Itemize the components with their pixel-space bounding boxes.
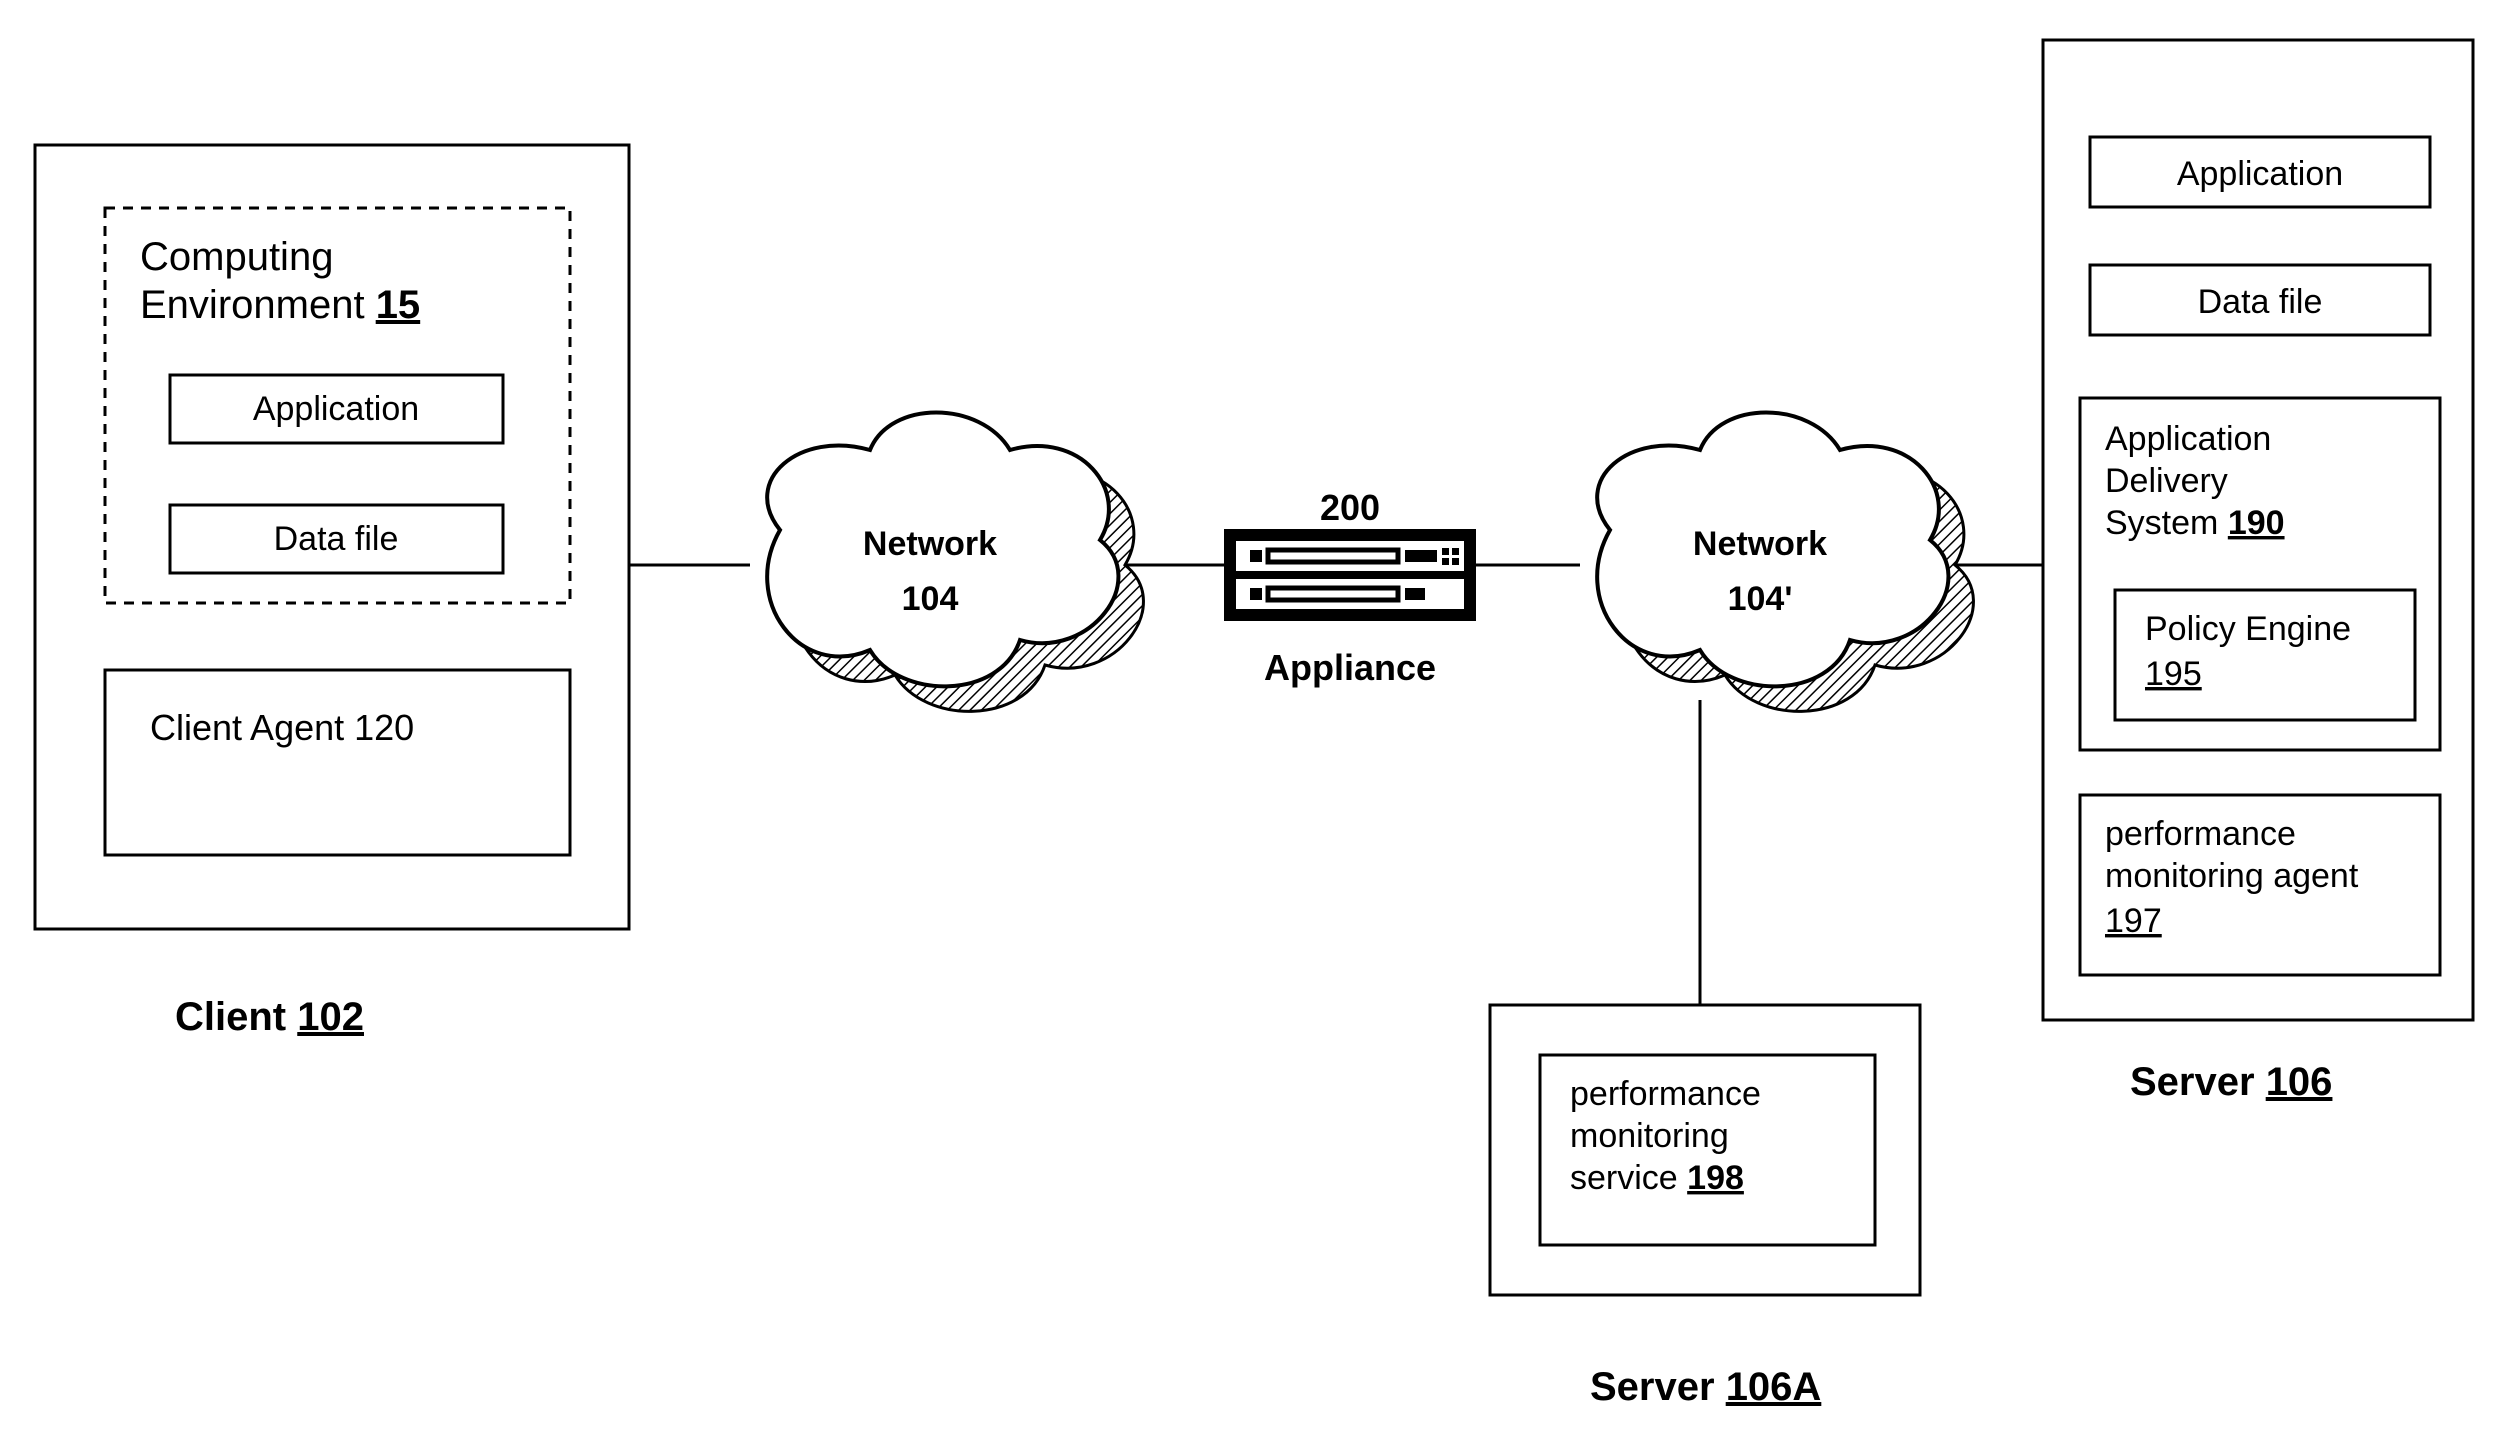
client-data-file-label: Data file bbox=[274, 520, 399, 558]
server-main-box: Application Data file Application Delive… bbox=[2043, 40, 2473, 1104]
client-agent-box bbox=[105, 670, 570, 855]
network-cloud-1: Network 104 bbox=[767, 413, 1143, 712]
appliance-label: Appliance bbox=[1264, 647, 1436, 688]
ads-line3-prefix: System bbox=[2105, 504, 2218, 542]
pms-line3-ref: 198 bbox=[1687, 1159, 1744, 1197]
client-agent-label: Client Agent 120 bbox=[150, 707, 414, 748]
svg-text:Server 106A: Server 106A bbox=[1590, 1365, 1821, 1409]
computing-env-line2: Environment bbox=[140, 283, 365, 327]
server-main-label: Server bbox=[2130, 1060, 2255, 1104]
pms-line3-prefix: service bbox=[1570, 1159, 1678, 1197]
svg-text:Environment 15: Environment 15 bbox=[140, 283, 420, 327]
client-ref: 102 bbox=[297, 995, 364, 1039]
network-2-label-line1: Network bbox=[1693, 525, 1827, 563]
svg-text:Server 106: Server 106 bbox=[2130, 1060, 2332, 1104]
perf-monitor-ref: 197 bbox=[2105, 902, 2162, 940]
client-application-label: Application bbox=[253, 390, 419, 428]
client-box: Computing Environment 15 Application Dat… bbox=[35, 145, 629, 1039]
appliance-ref: 200 bbox=[1320, 487, 1380, 528]
client-label: Client bbox=[175, 995, 286, 1039]
network-cloud-2: Network 104' bbox=[1597, 413, 1973, 712]
appliance-node: 200 Appliance bbox=[1230, 487, 1470, 688]
server-main-ref: 106 bbox=[2266, 1060, 2333, 1104]
svg-text:Client 102: Client 102 bbox=[175, 995, 364, 1039]
perf-monitor-line1: performance bbox=[2105, 815, 2296, 853]
policy-engine-ref: 195 bbox=[2145, 655, 2202, 693]
ads-line3-ref: 190 bbox=[2228, 504, 2285, 542]
pms-line1: performance bbox=[1570, 1075, 1761, 1113]
svg-text:service 198: service 198 bbox=[1570, 1159, 1744, 1197]
server-application-label: Application bbox=[2177, 155, 2343, 193]
computing-env-ref: 15 bbox=[376, 283, 421, 327]
server-data-file-label: Data file bbox=[2198, 283, 2323, 321]
ads-line1: Application bbox=[2105, 420, 2271, 458]
diagram-root: Network 104 Network 104' 200 Appliance C… bbox=[0, 0, 2520, 1447]
ads-line2: Delivery bbox=[2105, 462, 2228, 500]
network-1-label-line2: 104 bbox=[902, 580, 959, 618]
svg-text:System 190: System 190 bbox=[2105, 504, 2285, 542]
server-bottom-box: performance monitoring service 198 Serve… bbox=[1490, 1005, 1920, 1409]
server-bottom-ref: 106A bbox=[1726, 1365, 1822, 1409]
policy-engine-label: Policy Engine bbox=[2145, 610, 2351, 648]
computing-env-line1: Computing bbox=[140, 235, 333, 279]
server-bottom-label: Server bbox=[1590, 1365, 1715, 1409]
network-2-label-line2: 104' bbox=[1728, 580, 1793, 618]
perf-monitor-line2: monitoring agent bbox=[2105, 857, 2359, 895]
network-1-label-line1: Network bbox=[863, 525, 997, 563]
pms-line2: monitoring bbox=[1570, 1117, 1729, 1155]
